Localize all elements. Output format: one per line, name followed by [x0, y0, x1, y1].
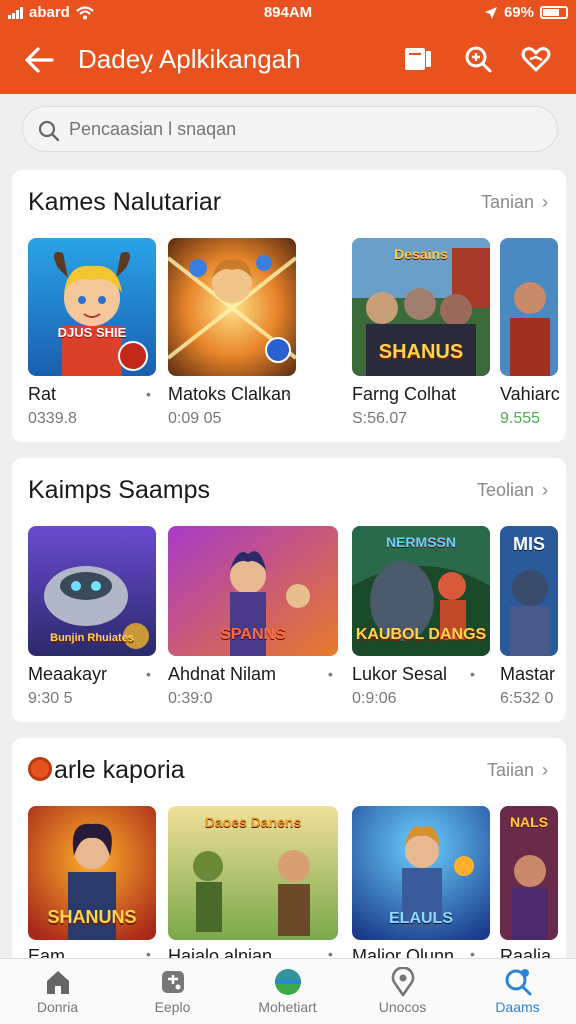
thumbnail-caption: DJUS SHIE [57, 325, 127, 340]
chevron-right-icon: › [542, 192, 548, 212]
thumbnail-caption-top: Desains [394, 246, 448, 262]
search-plus-icon[interactable] [462, 43, 494, 75]
nav-label: Mohetiart [258, 999, 317, 1015]
game-thumbnail [168, 238, 296, 376]
search-user-icon [505, 969, 532, 996]
game-meta: 9.555 [500, 410, 541, 427]
section-title: Kames Nalutariar [28, 188, 222, 216]
section-kaimps-saamps: Kaimps Saamps Teolian › Bunjin Rhuiates M… [12, 458, 566, 722]
game-thumbnail: Daoes Danens [168, 806, 338, 940]
gamepad-icon [162, 971, 184, 993]
thumbnail-caption: KAUBOL DANGS [355, 626, 487, 643]
tablet-icon[interactable] [402, 43, 434, 75]
nav-item-eeplo[interactable]: Eeplo [115, 959, 230, 1024]
search-input[interactable] [69, 115, 539, 143]
section-arle-kaporia: arle kaporia Taiian › SHANUNS Eam • Daoes… [12, 738, 566, 968]
game-thumbnail: Desains SHANUS [352, 238, 490, 376]
thumbnail-caption-top: NERMSSN [385, 534, 456, 550]
nav-item-daams[interactable]: Daams [460, 959, 575, 1024]
thumbnail-caption: SHANUNS [47, 907, 137, 927]
thumbnail-caption: SPANNS [220, 626, 286, 643]
thumbnail-caption: SHANUS [378, 341, 464, 363]
game-name: Lukor Sesal [352, 664, 448, 684]
nav-item-donria[interactable]: Donria [0, 959, 115, 1024]
game-thumbnail: MIS [500, 526, 558, 656]
more-dot-icon[interactable]: • [328, 666, 333, 682]
battery-percent: 69% [503, 4, 534, 21]
see-more-label: Teolian [476, 480, 534, 500]
see-more-link[interactable]: Teolian › [477, 480, 548, 501]
nav-item-unocos[interactable]: Unocos [345, 959, 460, 1024]
section-badge-icon [28, 757, 52, 781]
thumbnail-caption-top: NALS [509, 814, 549, 830]
nav-label: Eeplo [154, 999, 191, 1015]
heart-icon[interactable] [520, 43, 552, 75]
chevron-right-icon: › [542, 760, 548, 780]
game-thumbnail: Bunjin Rhuiates [28, 526, 156, 656]
game-meta: 0:39:0 [168, 690, 213, 707]
section-title: arle kaporia [28, 756, 185, 785]
thumbnail-caption: Bunjin Rhuiates [50, 632, 134, 644]
section-kames-nalutariar: Kames Nalutariar Tanian › DJUS SHIE Rat •… [12, 170, 566, 442]
game-thumbnail: NERMSSN KAUBOL DANGS [352, 526, 490, 656]
game-name: Matoks Clalkan [168, 384, 292, 404]
game-meta: 9:30 5 [28, 690, 73, 707]
game-thumbnail: ELAULS [352, 806, 490, 940]
search-icon [38, 120, 60, 142]
location-pin-icon [391, 967, 415, 997]
thumbnail-caption: ELAULS [389, 910, 453, 927]
game-thumbnail [500, 238, 558, 376]
game-thumbnail: DJUS SHIE [28, 238, 156, 376]
game-meta: 0339.8 [28, 410, 77, 427]
game-name: Mastar [500, 664, 556, 684]
app-bar: Dadeỵ Aplkikangah [0, 26, 576, 94]
game-name: Meaakayr [28, 664, 108, 684]
bottom-navigation: Donria Eeplo Mohetiart Unocos Daams [0, 958, 576, 1024]
location-arrow-icon [484, 6, 497, 19]
page-title: Dadeỵ Aplkikangah [78, 44, 301, 74]
chevron-right-icon: › [542, 480, 548, 500]
nav-label: Donria [36, 999, 79, 1015]
more-dot-icon[interactable]: • [286, 386, 291, 402]
see-more-link[interactable]: Taiian › [487, 760, 548, 781]
battery-icon [540, 6, 568, 19]
game-thumbnail: SPANNS [168, 526, 338, 656]
search-bar[interactable] [22, 106, 558, 152]
game-name: Vahiarc [500, 384, 560, 404]
status-bar: abard 894AM 69% [0, 0, 576, 26]
see-more-label: Taiian [486, 760, 534, 780]
thumbnail-caption-top: Daoes Danens [204, 814, 302, 830]
nav-label: Unocos [378, 999, 427, 1015]
game-meta: 6:532 0 [500, 690, 554, 707]
game-meta: 0:09 05 [168, 410, 222, 427]
game-thumbnail: NALS [500, 806, 558, 940]
section-title: Kaimps Saamps [28, 476, 211, 504]
nav-item-mohetiart[interactable]: Mohetiart [230, 959, 345, 1024]
globe-icon [275, 969, 301, 995]
home-icon [47, 971, 69, 994]
more-dot-icon[interactable]: • [470, 666, 475, 682]
game-meta: S:56.07 [352, 410, 408, 427]
see-more-link[interactable]: Tanian › [481, 192, 548, 213]
game-name: Rat [28, 384, 57, 404]
game-thumbnail: SHANUNS [28, 806, 156, 940]
more-dot-icon[interactable]: • [146, 666, 151, 682]
more-dot-icon[interactable]: • [146, 386, 151, 402]
game-name: Farng Colhat [352, 384, 457, 404]
game-meta: 0:9:06 [352, 690, 397, 707]
game-name: Ahdnat Nilam [168, 664, 277, 684]
see-more-label: Tanian [480, 192, 534, 212]
nav-label: Daams [495, 999, 540, 1015]
thumbnail-caption-top: MIS [512, 534, 545, 554]
arrow-left-icon[interactable] [22, 43, 56, 77]
section-title-text: arle kaporia [54, 756, 185, 784]
